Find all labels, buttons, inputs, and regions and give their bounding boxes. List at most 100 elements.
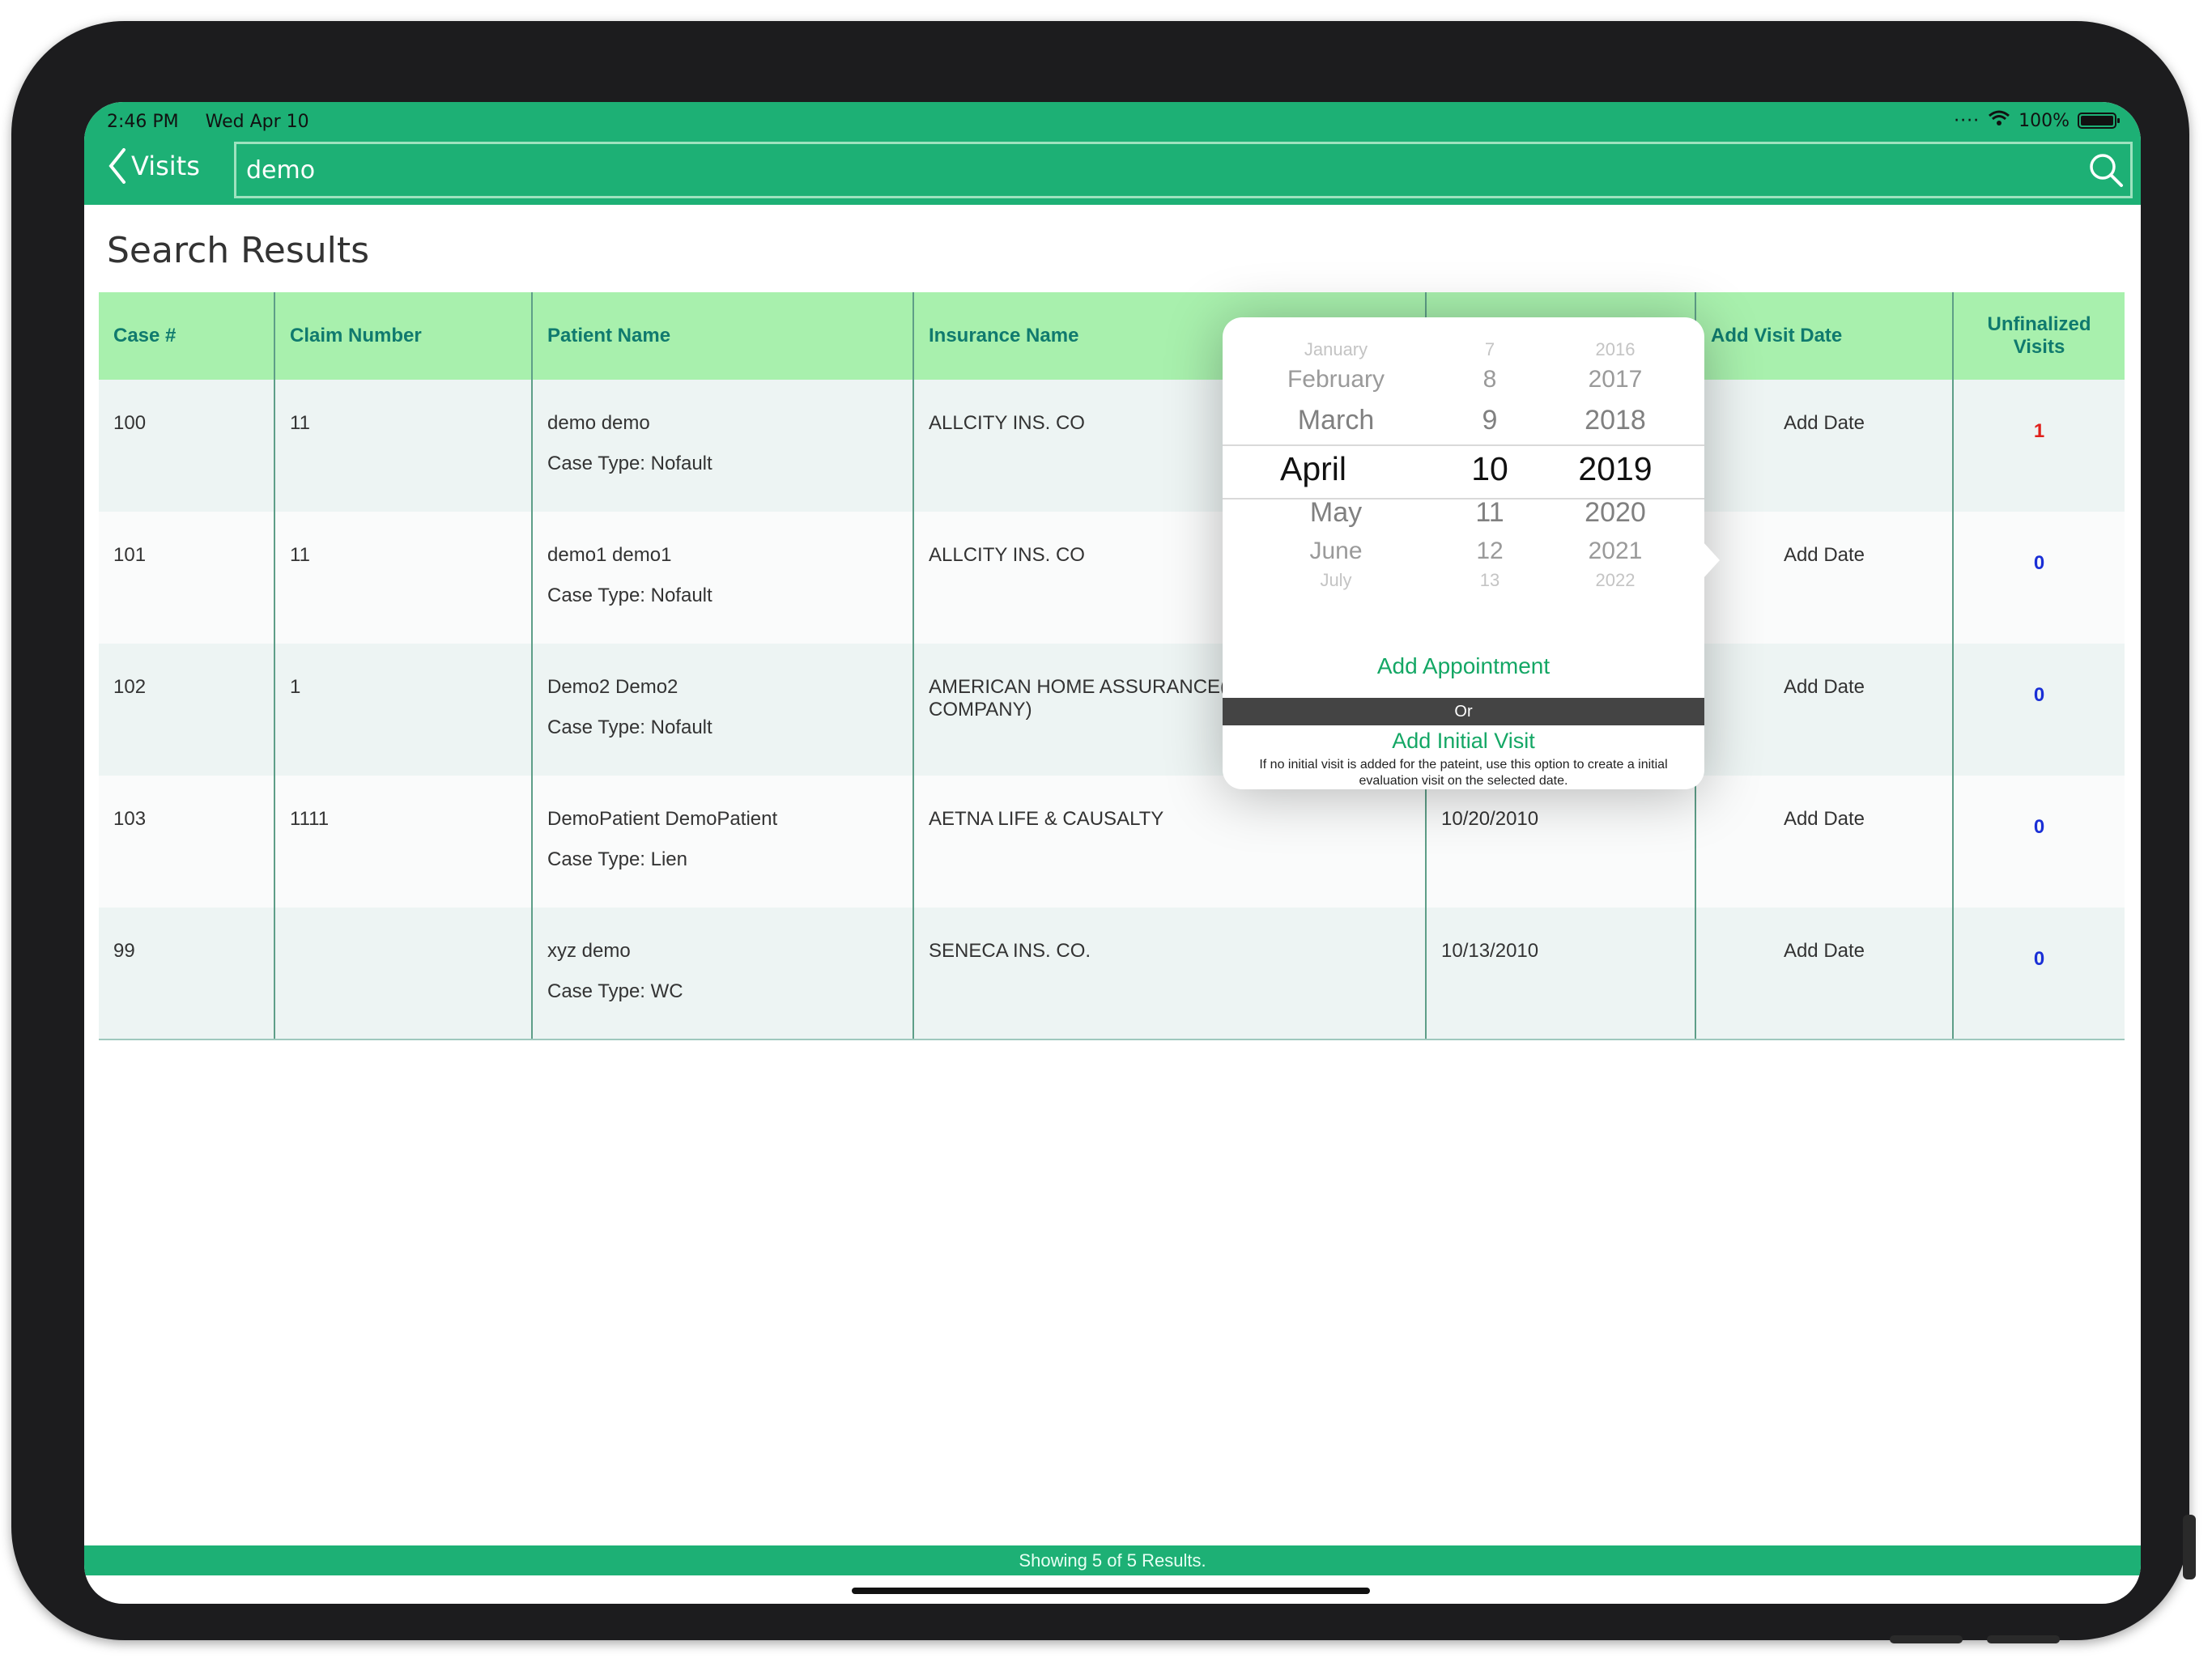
date-picker-wheel[interactable]: January February March April May June Ju… [1223,342,1704,601]
wifi-icon [1988,110,2010,131]
date-cell: 10/13/2010 [1425,908,1695,1040]
claim-cell: 11 [274,512,532,644]
claim-cell: 11 [274,380,532,512]
back-button[interactable]: Visits [108,148,200,184]
add-initial-visit-button[interactable]: Add Initial Visit [1223,729,1704,754]
case-type: Case Type: Nofault [547,716,713,738]
ipad-frame: 2:46 PM Wed Apr 10 ···· 100% Visits demo… [11,21,2196,1643]
picker-month[interactable]: May [1247,497,1425,529]
case-cell: 100 [99,380,274,512]
app-screen: 2:46 PM Wed Apr 10 ···· 100% Visits demo… [84,102,2141,1604]
battery-icon [2078,113,2120,129]
case-type: Case Type: WC [547,980,683,1002]
col-header-unfinalized[interactable]: Unfinalized Visits [1952,292,2125,380]
page-title: Search Results [107,230,370,271]
picker-month[interactable]: February [1247,366,1425,393]
status-right: ···· 100% [1954,110,2120,131]
search-input[interactable] [236,155,2082,185]
picker-year[interactable]: 2017 [1551,366,1680,393]
unfinalized-count[interactable]: 1 [1952,380,2125,512]
picker-day[interactable]: 9 [1457,405,1522,436]
picker-month[interactable]: July [1247,570,1425,591]
add-date-link[interactable]: Add Date [1695,512,1953,644]
claim-cell: 1 [274,644,532,776]
bottom-button-left [1890,1635,1963,1643]
results-footer: Showing 5 of 5 Results. [84,1545,2141,1575]
patient-name: demo1 demo1 [547,544,672,566]
unfinalized-count[interactable]: 0 [1952,512,2125,644]
picker-day[interactable]: 12 [1457,538,1522,565]
table-header-row: Case # Claim Number Patient Name Insuran… [99,292,2125,380]
case-cell: 103 [99,776,274,908]
add-date-link[interactable]: Add Date [1695,776,1953,908]
signal-dots-icon: ···· [1954,110,1980,131]
date-picker-popover: January February March April May June Ju… [1223,317,1720,789]
home-indicator[interactable] [852,1588,1370,1594]
table-row[interactable]: 100 11 demo demo Case Type: Nofault ALLCI… [99,380,2125,512]
patient-cell: demo1 demo1 Case Type: Nofault [531,512,913,644]
patient-name: DemoPatient DemoPatient [547,808,778,830]
patient-name: demo demo [547,412,650,434]
picker-day[interactable]: 8 [1457,366,1522,393]
patient-cell: xyz demo Case Type: WC [531,908,913,1040]
col-header-case[interactable]: Case # [99,292,274,380]
case-cell: 102 [99,644,274,776]
unfinalized-count[interactable]: 0 [1952,644,2125,776]
picker-year[interactable]: 2021 [1551,538,1680,565]
bottom-button-right [1987,1635,2060,1643]
side-button [2183,1515,2196,1579]
search-bar [234,142,2133,198]
table-row[interactable]: 103 1111 DemoPatient DemoPatient Case Typ… [99,776,2125,908]
case-type: Case Type: Lien [547,848,688,870]
date-cell: 10/20/2010 [1425,776,1695,908]
patient-cell: DemoPatient DemoPatient Case Type: Lien [531,776,913,908]
col-header-patient[interactable]: Patient Name [531,292,913,380]
picker-year-selected[interactable]: 2019 [1551,450,1680,488]
unfinalized-count[interactable]: 0 [1952,776,2125,908]
claim-cell [274,908,532,1040]
status-time: 2:46 PM [107,112,179,132]
table-row[interactable]: 101 11 demo1 demo1 Case Type: Nofault ALL… [99,512,2125,644]
status-date: Wed Apr 10 [205,112,309,132]
picker-year[interactable]: 2020 [1551,497,1680,529]
add-date-link[interactable]: Add Date [1695,380,1953,512]
insurance-cell: AETNA LIFE & CAUSALTY [912,776,1426,908]
claim-cell: 1111 [274,776,532,908]
col-header-claim[interactable]: Claim Number [274,292,532,380]
picker-month[interactable]: June [1247,538,1425,565]
picker-day[interactable]: 11 [1457,497,1522,529]
case-type: Case Type: Nofault [547,585,713,606]
add-date-link[interactable]: Add Date [1695,908,1953,1040]
picker-year[interactable]: 2022 [1551,570,1680,591]
search-button[interactable] [2082,146,2130,194]
table-row[interactable]: 99 xyz demo Case Type: WC SENECA INS. CO.… [99,908,2125,1040]
popover-arrow [1704,542,1720,578]
case-cell: 99 [99,908,274,1040]
search-icon [2090,154,2123,187]
status-bar: 2:46 PM Wed Apr 10 ···· 100% [84,102,2141,138]
unfinalized-count[interactable]: 0 [1952,908,2125,1040]
case-cell: 101 [99,512,274,644]
table-row[interactable]: 102 1 Demo2 Demo2 Case Type: Nofault AMER… [99,644,2125,776]
picker-day[interactable]: 13 [1457,570,1522,591]
patient-cell: Demo2 Demo2 Case Type: Nofault [531,644,913,776]
results-table: Case # Claim Number Patient Name Insuran… [99,292,2125,1040]
status-left: 2:46 PM Wed Apr 10 [107,112,330,132]
picker-month[interactable]: March [1247,405,1425,436]
add-appointment-button[interactable]: Add Appointment [1223,653,1704,679]
picker-month-selected[interactable]: April [1224,450,1402,488]
or-divider: Or [1223,698,1704,725]
case-type: Case Type: Nofault [547,453,713,474]
picker-year[interactable]: 2018 [1551,405,1680,436]
picker-day[interactable]: 7 [1457,342,1522,360]
add-date-link[interactable]: Add Date [1695,644,1953,776]
back-label: Visits [131,151,200,181]
patient-name: xyz demo [547,940,631,962]
patient-name: Demo2 Demo2 [547,676,678,698]
col-header-add-visit-date[interactable]: Add Visit Date [1695,292,1953,380]
patient-cell: demo demo Case Type: Nofault [531,380,913,512]
picker-day-selected[interactable]: 10 [1457,450,1522,488]
picker-year[interactable]: 2016 [1551,342,1680,360]
initial-visit-note: If no initial visit is added for the pat… [1259,758,1668,788]
picker-month[interactable]: January [1247,342,1425,360]
